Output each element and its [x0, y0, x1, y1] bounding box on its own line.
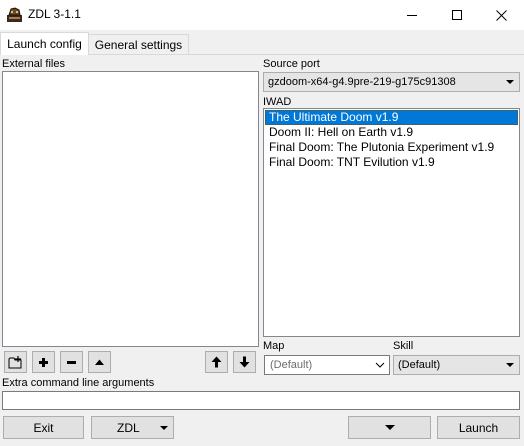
- chevron-down-icon[interactable]: [375, 360, 385, 370]
- launch-options-dropdown-button[interactable]: [348, 416, 431, 439]
- source-port-label: Source port: [263, 58, 320, 70]
- zdl-app-icon: [7, 7, 22, 22]
- close-button[interactable]: [479, 0, 524, 30]
- maximize-button[interactable]: [434, 0, 479, 30]
- maximize-icon: [451, 10, 462, 20]
- skill-value: (Default): [398, 359, 441, 371]
- tab-label: Launch config: [7, 37, 82, 51]
- collapse-button[interactable]: [88, 351, 111, 373]
- exit-label: Exit: [33, 420, 54, 435]
- tab-launch-config[interactable]: Launch config: [0, 32, 89, 55]
- move-down-icon: [239, 356, 250, 368]
- add-icon: [39, 357, 48, 367]
- minimize-icon: [406, 14, 417, 16]
- add-folder-button[interactable]: [4, 351, 27, 373]
- external-files-list[interactable]: [2, 71, 259, 347]
- source-port-value: gzdoom-x64-g4.9pre-219-g175c91308: [268, 76, 456, 88]
- window-title: ZDL 3-1.1: [28, 7, 81, 21]
- move-down-button[interactable]: [233, 351, 256, 373]
- add-folder-icon: [8, 355, 22, 368]
- launch-button[interactable]: Launch: [437, 416, 520, 439]
- map-combobox[interactable]: (Default): [264, 355, 390, 375]
- exit-button[interactable]: Exit: [3, 416, 84, 439]
- iwad-item[interactable]: Final Doom: The Plutonia Experiment v1.9: [265, 140, 518, 155]
- skill-select[interactable]: (Default): [393, 355, 520, 375]
- source-port-select[interactable]: gzdoom-x64-g4.9pre-219-g175c91308: [263, 72, 520, 92]
- tab-general-settings[interactable]: General settings: [89, 34, 189, 54]
- chevron-down-icon: [160, 426, 168, 430]
- iwad-list[interactable]: The Ultimate Doom v1.9 Doom II: Hell on …: [263, 108, 520, 337]
- remove-file-button[interactable]: [60, 351, 83, 373]
- skill-label: Skill: [393, 340, 414, 352]
- iwad-item[interactable]: The Ultimate Doom v1.9: [265, 110, 518, 125]
- chevron-down-icon: [506, 80, 514, 84]
- chevron-down-icon: [506, 363, 514, 367]
- minimize-button[interactable]: [389, 0, 434, 30]
- zdl-label: ZDL: [117, 420, 140, 435]
- map-placeholder: (Default): [270, 359, 313, 371]
- iwad-item[interactable]: Doom II: Hell on Earth v1.9: [265, 125, 518, 140]
- launch-label: Launch: [458, 420, 499, 435]
- remove-icon: [67, 360, 76, 364]
- extra-args-label: Extra command line arguments: [2, 377, 155, 389]
- iwad-label: IWAD: [263, 96, 292, 108]
- tab-label: General settings: [94, 37, 183, 52]
- move-up-icon: [211, 356, 222, 368]
- collapse-up-icon: [95, 359, 104, 365]
- map-label: Map: [263, 340, 285, 352]
- external-files-label: External files: [2, 58, 65, 70]
- iwad-item[interactable]: Final Doom: TNT Evilution v1.9: [265, 155, 518, 170]
- extra-args-input[interactable]: [2, 391, 520, 410]
- move-up-button[interactable]: [205, 351, 228, 373]
- chevron-down-icon: [384, 425, 395, 430]
- close-icon: [496, 9, 507, 21]
- add-file-button[interactable]: [32, 351, 55, 373]
- zdl-menu-button[interactable]: ZDL: [91, 416, 174, 439]
